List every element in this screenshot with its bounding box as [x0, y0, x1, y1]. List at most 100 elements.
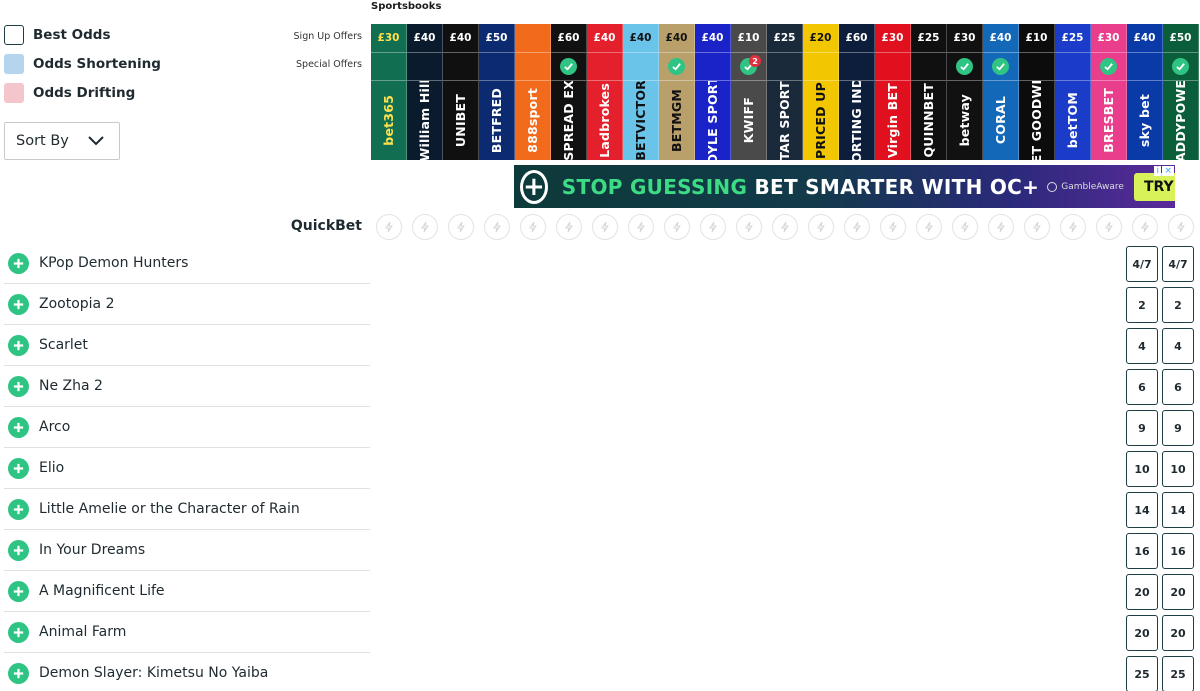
best-odds-cell[interactable]: 25 — [1126, 656, 1158, 691]
selection-name[interactable]: Little Amelie or the Character of Rain — [39, 501, 300, 517]
bookmaker-column[interactable]: £30 BRESBET — [1091, 24, 1127, 160]
quickbet-lightning-icon[interactable] — [772, 214, 798, 240]
quickbet-lightning-icon[interactable] — [1168, 214, 1194, 240]
add-selection-plus-icon[interactable] — [8, 457, 29, 479]
bookmaker-logo[interactable]: BETMGM — [659, 80, 695, 160]
quickbet-lightning-icon[interactable] — [808, 214, 834, 240]
bookmaker-logo[interactable]: betTOM — [1055, 80, 1091, 160]
quickbet-lightning-icon[interactable] — [484, 214, 510, 240]
selection-name[interactable]: Ne Zha 2 — [39, 378, 103, 394]
sign-up-offer[interactable]: £60 — [839, 24, 875, 52]
selection-name[interactable]: KPop Demon Hunters — [39, 255, 188, 271]
quickbet-lightning-icon[interactable] — [520, 214, 546, 240]
bookmaker-logo[interactable]: SPORTING INDEX — [839, 80, 875, 160]
quickbet-lightning-icon[interactable] — [628, 214, 654, 240]
add-selection-plus-icon[interactable] — [8, 662, 29, 684]
quickbet-lightning-icon[interactable] — [880, 214, 906, 240]
ad-close-icon[interactable]: × — [1162, 166, 1174, 176]
bookmaker-column[interactable]: £40 sky bet — [1127, 24, 1163, 160]
bookmaker-column[interactable]: £40 BETVICTOR — [623, 24, 659, 160]
sign-up-offer[interactable]: £25 — [767, 24, 803, 52]
bookmaker-column[interactable]: £25 betTOM — [1055, 24, 1091, 160]
bookmaker-logo[interactable]: KWIFF — [731, 80, 767, 160]
quickbet-lightning-icon[interactable] — [916, 214, 942, 240]
quickbet-lightning-icon[interactable] — [1132, 214, 1158, 240]
special-offer-cell[interactable] — [659, 52, 695, 80]
best-odds-cell[interactable]: 16 — [1162, 533, 1194, 569]
bookmaker-column[interactable]: £25 STAR SPORTS — [767, 24, 803, 160]
quickbet-lightning-icon[interactable] — [952, 214, 978, 240]
add-selection-plus-icon[interactable] — [8, 375, 29, 397]
add-selection-plus-icon[interactable] — [8, 293, 29, 315]
bookmaker-column[interactable]: £50 PADDYPOWER — [1163, 24, 1199, 160]
best-odds-cell[interactable]: 16 — [1126, 533, 1158, 569]
bookmaker-column[interactable]: £20 PRICED UP — [803, 24, 839, 160]
best-odds-cell[interactable]: 9 — [1162, 410, 1194, 446]
sign-up-offer[interactable]: £10 — [731, 24, 767, 52]
add-selection-plus-icon[interactable] — [8, 334, 29, 356]
bookmaker-logo[interactable]: William Hill — [407, 80, 443, 160]
quickbet-lightning-icon[interactable] — [736, 214, 762, 240]
bookmaker-column[interactable]: £10 BET GOODWIN — [1019, 24, 1055, 160]
special-offer-cell[interactable] — [1163, 52, 1199, 80]
add-selection-plus-icon[interactable] — [8, 416, 29, 438]
best-odds-cell[interactable]: 25 — [1162, 656, 1194, 691]
bookmaker-logo[interactable]: PADDYPOWER — [1163, 80, 1199, 160]
selection-name[interactable]: Arco — [39, 419, 70, 435]
bookmaker-logo[interactable]: BET GOODWIN — [1019, 80, 1055, 160]
sign-up-offer[interactable]: £50 — [1163, 24, 1199, 52]
add-selection-plus-icon[interactable] — [8, 498, 29, 520]
selection-name[interactable]: A Magnificent Life — [39, 583, 165, 599]
quickbet-lightning-icon[interactable] — [376, 214, 402, 240]
bookmaker-column[interactable]: £40 CORAL — [983, 24, 1019, 160]
sign-up-offer[interactable]: £40 — [659, 24, 695, 52]
bookmaker-logo[interactable]: Ladbrokes — [587, 80, 623, 160]
bookmaker-logo[interactable]: 888sport — [515, 80, 551, 160]
sign-up-offer[interactable]: £25 — [911, 24, 947, 52]
quickbet-lightning-icon[interactable] — [988, 214, 1014, 240]
bookmaker-column[interactable]: £40 William Hill — [407, 24, 443, 160]
sign-up-offer[interactable]: £25 — [1055, 24, 1091, 52]
bookmaker-logo[interactable]: SPREAD EX — [551, 80, 587, 160]
special-offer-cell[interactable] — [983, 52, 1019, 80]
best-odds-cell[interactable]: 10 — [1126, 451, 1158, 487]
best-odds-cell[interactable]: 4/7 — [1162, 246, 1194, 282]
best-odds-cell[interactable]: 2 — [1162, 287, 1194, 323]
bookmaker-column[interactable]: 888sport — [515, 24, 551, 160]
bookmaker-column[interactable]: £40 BOYLE SPORTS — [695, 24, 731, 160]
special-offer-cell[interactable]: 2 — [731, 52, 767, 80]
bookmaker-column[interactable]: £60 SPORTING INDEX — [839, 24, 875, 160]
sign-up-offer[interactable]: £20 — [803, 24, 839, 52]
add-selection-plus-icon[interactable] — [8, 539, 29, 561]
special-offer-cell[interactable] — [551, 52, 587, 80]
sign-up-offer[interactable]: £30 — [875, 24, 911, 52]
best-odds-cell[interactable]: 6 — [1126, 369, 1158, 405]
sign-up-offer[interactable]: £30 — [1091, 24, 1127, 52]
quickbet-lightning-icon[interactable] — [412, 214, 438, 240]
sign-up-offer[interactable]: £40 — [695, 24, 731, 52]
bookmaker-logo[interactable]: BOYLE SPORTS — [695, 80, 731, 160]
best-odds-cell[interactable]: 4/7 — [1126, 246, 1158, 282]
sign-up-offer[interactable]: £30 — [947, 24, 983, 52]
bookmaker-column[interactable]: £30 Virgin BET — [875, 24, 911, 160]
sign-up-offer[interactable] — [515, 24, 551, 52]
bookmaker-column[interactable]: £30 bet365 — [371, 24, 407, 160]
selection-name[interactable]: Elio — [39, 460, 64, 476]
quickbet-lightning-icon[interactable] — [844, 214, 870, 240]
sign-up-offer[interactable]: £40 — [407, 24, 443, 52]
sign-up-offer[interactable]: £40 — [983, 24, 1019, 52]
quickbet-lightning-icon[interactable] — [592, 214, 618, 240]
sign-up-offer[interactable]: £40 — [623, 24, 659, 52]
bookmaker-logo[interactable]: bet365 — [371, 80, 407, 160]
bookmaker-logo[interactable]: BETFRED — [479, 80, 515, 160]
sign-up-offer[interactable]: £60 — [551, 24, 587, 52]
selection-name[interactable]: In Your Dreams — [39, 542, 145, 558]
sort-by-dropdown[interactable]: Sort By — [4, 122, 120, 160]
best-odds-cell[interactable]: 20 — [1162, 574, 1194, 610]
quickbet-lightning-icon[interactable] — [448, 214, 474, 240]
bookmaker-logo[interactable]: UNIBET — [443, 80, 479, 160]
sign-up-offer[interactable]: £50 — [479, 24, 515, 52]
bookmaker-column[interactable]: £30 betway — [947, 24, 983, 160]
bookmaker-column[interactable]: £60 SPREAD EX — [551, 24, 587, 160]
best-odds-cell[interactable]: 4 — [1126, 328, 1158, 364]
